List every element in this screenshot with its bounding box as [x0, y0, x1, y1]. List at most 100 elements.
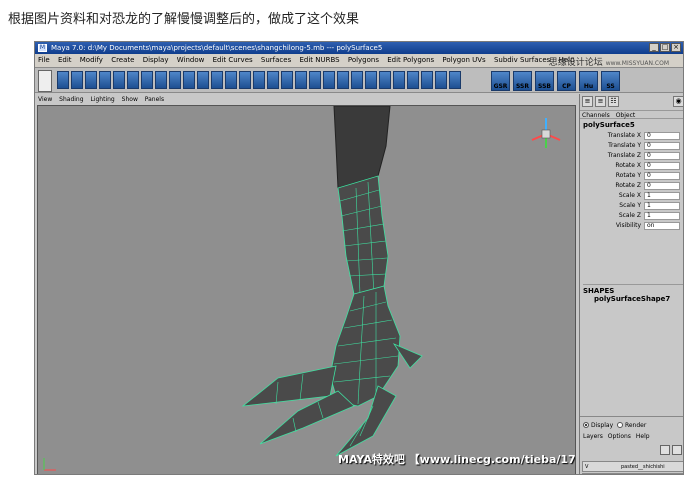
viewport-menu-shading[interactable]: Shading — [59, 96, 83, 103]
shelf-tool-icon[interactable] — [323, 71, 335, 89]
origin-axis-icon — [43, 458, 56, 471]
shelf-tool-icon[interactable] — [407, 71, 419, 89]
shelf-tool-icon[interactable] — [351, 71, 363, 89]
viewport-menu-panels[interactable]: Panels — [145, 96, 164, 103]
shelf-tool-icon[interactable] — [99, 71, 111, 89]
shelf-hu-button[interactable]: Hu — [579, 71, 598, 91]
tab-channels[interactable]: Channels — [582, 112, 610, 119]
perspective-viewport[interactable]: MAYA特效吧 【www.linecg.com/tieba/1745】 — [37, 105, 576, 474]
menu-modify[interactable]: Modify — [80, 56, 103, 64]
menu-surfaces[interactable]: Surfaces — [261, 56, 291, 64]
shelf-ssb-button[interactable]: SSB — [535, 71, 554, 91]
maya-app-icon: M — [38, 44, 47, 52]
channel-value-field[interactable]: 1 — [644, 212, 680, 220]
shelf-ssr-button[interactable]: SSR — [513, 71, 532, 91]
viewport-menu-lighting[interactable]: Lighting — [90, 96, 114, 103]
shelf-tool-icon[interactable] — [57, 71, 69, 89]
layer-editor-icon[interactable]: ≡ — [595, 96, 606, 107]
dinosaur-leg-mesh — [43, 106, 561, 471]
shape-node-name[interactable]: polySurfaceShape7 — [594, 295, 670, 303]
shelf-tool-icon[interactable] — [239, 71, 251, 89]
shelf-tool-icon[interactable] — [309, 71, 321, 89]
close-button[interactable]: × — [671, 43, 681, 52]
channel-value-field[interactable]: 0 — [644, 172, 680, 180]
viewport-menu-view[interactable]: View — [38, 96, 52, 103]
layer-row[interactable]: V pasted__shichishi — [582, 461, 683, 472]
selected-object-name: polySurface5 — [583, 121, 635, 129]
layer-menu-options[interactable]: Options — [608, 433, 631, 440]
layer-row[interactable]: V layer2 — [582, 473, 683, 475]
shelf-tool-icon[interactable] — [155, 71, 167, 89]
shelf-cp-button[interactable]: CP — [557, 71, 576, 91]
shelf-tool-icon[interactable] — [337, 71, 349, 89]
channel-row: Translate Z0 — [580, 151, 683, 161]
menu-edit-polygons[interactable]: Edit Polygons — [387, 56, 434, 64]
shelf-tool-icon[interactable] — [85, 71, 97, 89]
channel-value-field[interactable]: on — [644, 222, 680, 230]
shelf-tool-icon[interactable] — [281, 71, 293, 89]
tab-object[interactable]: Object — [616, 112, 636, 119]
shelf-tool-icon[interactable] — [113, 71, 125, 89]
tool-shelf: GSR SSR SSB CP Hu SS — [35, 67, 683, 93]
shelf-tool-icon[interactable] — [141, 71, 153, 89]
menu-subdiv-surfaces[interactable]: Subdiv Surfaces — [494, 56, 550, 64]
window-controls: _ □ × — [649, 43, 681, 52]
shelf-tool-icon[interactable] — [211, 71, 223, 89]
shelf-tool-icon[interactable] — [379, 71, 391, 89]
display-radio[interactable] — [583, 422, 589, 428]
shelf-tool-icon[interactable] — [169, 71, 181, 89]
shelf-tool-icon[interactable] — [71, 71, 83, 89]
menu-polygon-uvs[interactable]: Polygon UVs — [442, 56, 485, 64]
shelf-tool-icon[interactable] — [127, 71, 139, 89]
shelf-tool-icon[interactable] — [421, 71, 433, 89]
channel-value-field[interactable]: 0 — [644, 162, 680, 170]
channel-value-field[interactable]: 1 — [644, 192, 680, 200]
shelf-tool-icon[interactable] — [435, 71, 447, 89]
view-cube-gizmo[interactable] — [531, 118, 561, 148]
shelf-tool-icon[interactable] — [365, 71, 377, 89]
display-radio-label: Display — [591, 422, 614, 429]
channel-row: Rotate Y0 — [580, 171, 683, 181]
menu-polygons[interactable]: Polygons — [348, 56, 379, 64]
shelf-tab-dropdown[interactable] — [38, 70, 52, 92]
shelf-tool-icon[interactable] — [449, 71, 461, 89]
channel-value-field[interactable]: 0 — [644, 182, 680, 190]
shelf-tool-icon[interactable] — [267, 71, 279, 89]
upper-leg-surface — [333, 106, 391, 189]
shelf-tool-icon[interactable] — [225, 71, 237, 89]
layer-visibility-toggle[interactable]: V — [585, 474, 588, 475]
menu-window[interactable]: Window — [177, 56, 205, 64]
channel-row: Translate X0 — [580, 131, 683, 141]
shelf-tool-icon[interactable] — [183, 71, 195, 89]
menu-edit-curves[interactable]: Edit Curves — [213, 56, 253, 64]
channel-box-icon[interactable]: ≡ — [582, 96, 593, 107]
menu-display[interactable]: Display — [143, 56, 169, 64]
channel-label: Scale Y — [619, 202, 641, 209]
channel-value-field[interactable]: 0 — [644, 132, 680, 140]
create-layer-from-selection-icon[interactable] — [672, 445, 682, 455]
menu-file[interactable]: File — [38, 56, 50, 64]
minimize-button[interactable]: _ — [649, 43, 659, 52]
viewport-menu-show[interactable]: Show — [122, 96, 138, 103]
shelf-gsr-button[interactable]: GSR — [491, 71, 510, 91]
shelf-tool-icon[interactable] — [253, 71, 265, 89]
shelf-tool-icon[interactable] — [295, 71, 307, 89]
layer-visibility-toggle[interactable]: V — [585, 462, 588, 471]
menu-create[interactable]: Create — [111, 56, 134, 64]
new-layer-icon[interactable] — [660, 445, 670, 455]
render-radio[interactable] — [616, 422, 623, 428]
menu-edit[interactable]: Edit — [58, 56, 72, 64]
channel-value-field[interactable]: 0 — [644, 142, 680, 150]
shelf-tool-icon[interactable] — [197, 71, 209, 89]
channel-value-field[interactable]: 1 — [644, 202, 680, 210]
maximize-button[interactable]: □ — [660, 43, 670, 52]
title-bar: M Maya 7.0: d:\My Documents\maya\project… — [35, 42, 683, 54]
panel-options-icon[interactable]: ◉ — [673, 96, 683, 107]
menu-edit-nurbs[interactable]: Edit NURBS — [299, 56, 339, 64]
layer-menu-help[interactable]: Help — [636, 433, 650, 440]
shelf-tool-icon[interactable] — [393, 71, 405, 89]
shelf-ss-button[interactable]: SS — [601, 71, 620, 91]
attribute-editor-icon[interactable]: ☷ — [608, 96, 619, 107]
layer-menu-layers[interactable]: Layers — [583, 433, 603, 440]
channel-value-field[interactable]: 0 — [644, 152, 680, 160]
